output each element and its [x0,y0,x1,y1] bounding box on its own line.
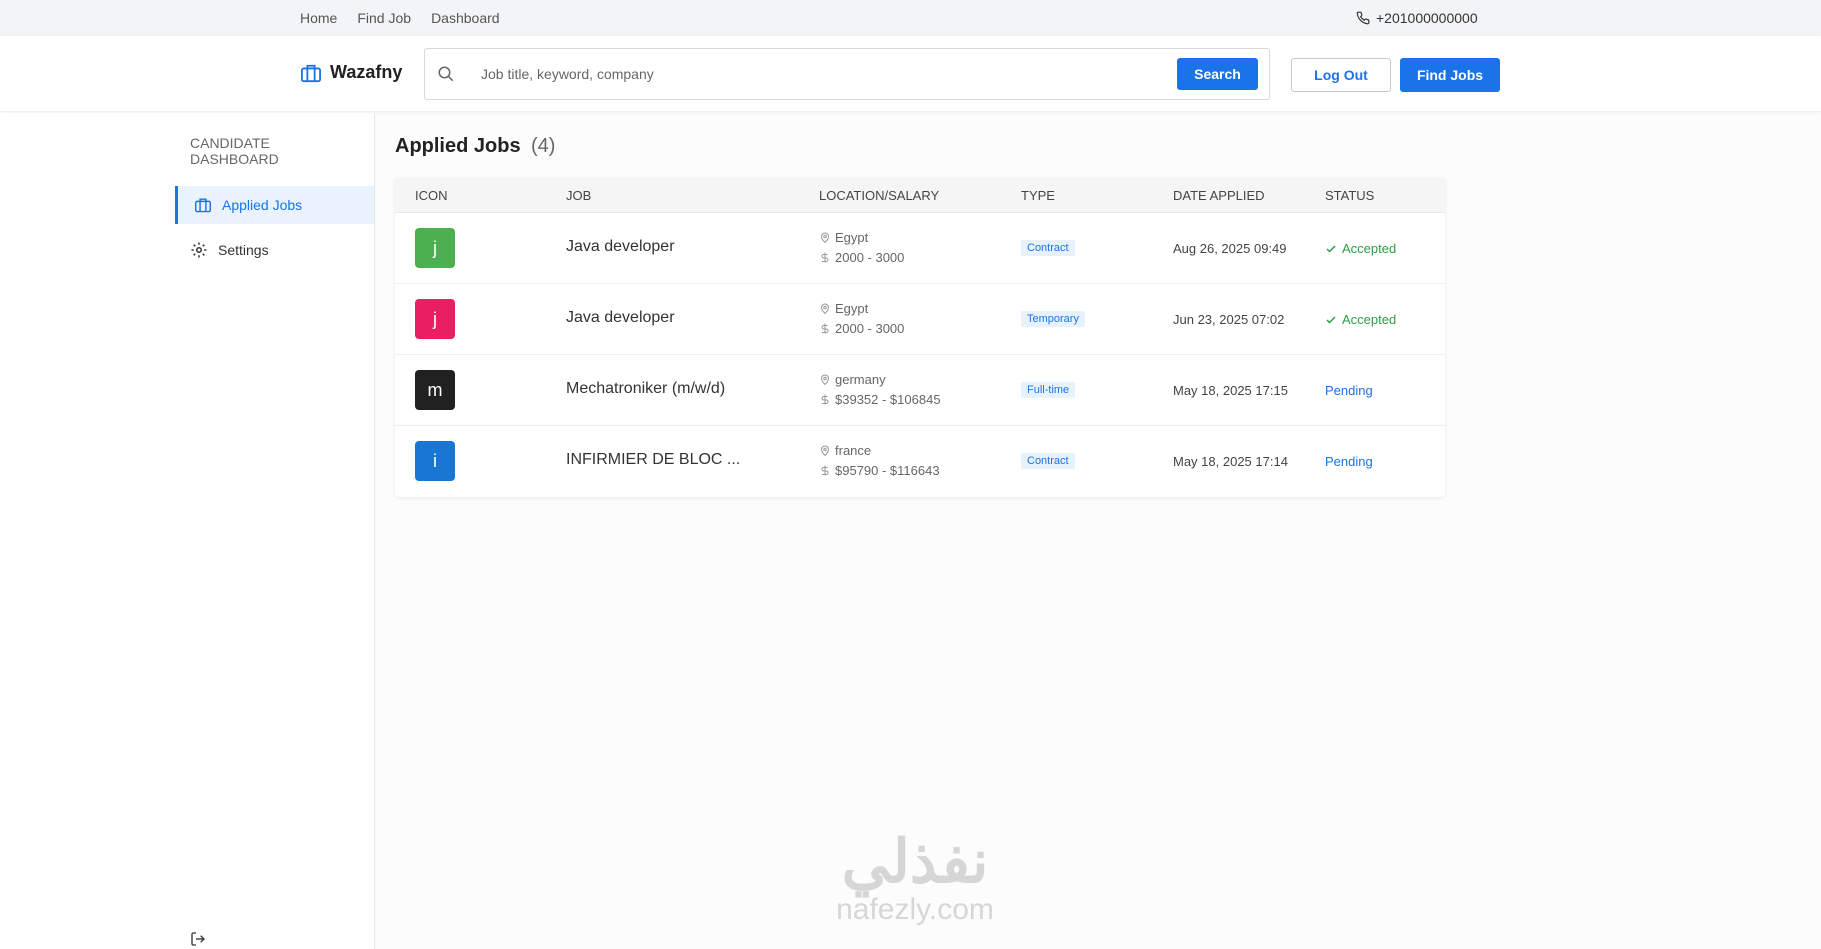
job-type-badge: Contract [1021,453,1075,469]
check-icon [1326,244,1336,253]
job-salary: $39352 - $106845 [819,392,941,407]
logout-icon[interactable] [190,931,206,947]
search-icon [438,66,454,82]
job-avatar: j [415,228,455,268]
job-location: france [819,443,871,458]
job-salary: 2000 - 3000 [819,321,904,336]
check-icon [1326,315,1336,324]
sidebar-item-settings[interactable]: Settings [175,231,374,269]
date-applied: Jun 23, 2025 07:02 [1173,312,1285,327]
column-header-icon: ICON [415,188,448,203]
status-text: Pending [1325,454,1373,469]
nav-link-find-job[interactable]: Find Job [357,10,411,26]
main-content: Applied Jobs (4) ICON JOB LOCATION/SALAR… [376,113,1821,949]
salary-text: $95790 - $116643 [835,463,940,478]
logo[interactable]: Wazafny [300,62,402,83]
page-title: Applied Jobs [395,135,521,157]
job-avatar: m [415,370,455,410]
job-avatar: i [415,441,455,481]
table-row[interactable]: j Java developer Egypt 2000 - 3000 Temporary… [395,284,1445,355]
watermark-latin: nafezly.com [836,893,994,926]
column-header-date-applied: DATE APPLIED [1173,188,1265,203]
sidebar-title: CANDIDATE DASHBOARD [190,135,279,167]
watermark: نفذلي nafezly.com [800,830,1030,926]
sidebar-item-label: Applied Jobs [222,197,303,213]
location-text: france [835,443,872,458]
location-text: germany [835,372,886,387]
status-badge: Pending [1325,383,1373,398]
job-type-badge: Contract [1021,240,1075,256]
location-text: Egypt [835,230,869,245]
job-avatar-letter: j [433,237,437,258]
date-applied: May 18, 2025 17:14 [1173,454,1288,469]
salary-text: 2000 - 3000 [835,250,905,265]
salary-text: 2000 - 3000 [835,321,905,336]
job-type-badge: Full-time [1021,382,1076,398]
job-avatar: j [415,299,455,339]
column-header-location-salary: LOCATION/SALARY [819,188,940,203]
column-header-job: JOB [566,188,592,203]
search-button[interactable]: Search [1177,58,1258,90]
status-badge: Accepted [1325,312,1396,327]
map-pin-icon [820,445,830,457]
table-row[interactable]: m Mechatroniker (m/w/d) germany $39352 - $1… [395,355,1445,426]
top-nav: Home Find Job Dashboard [300,0,500,36]
nav-link-dashboard[interactable]: Dashboard [431,10,500,26]
map-pin-icon [820,232,830,244]
top-bar: Home Find Job Dashboard +201000000000 [0,0,1821,36]
job-avatar-letter: i [433,450,437,471]
sidebar-item-applied-jobs[interactable]: Applied Jobs [175,186,374,224]
job-salary: $95790 - $116643 [819,463,940,478]
phone-contact[interactable]: +201000000000 [1356,0,1478,36]
applied-count: (4) [531,135,556,157]
map-pin-icon [820,303,830,315]
job-salary: 2000 - 3000 [819,250,904,265]
header: Wazafny Search Log Out Find Jobs [0,36,1821,112]
briefcase-icon [301,64,321,82]
job-title-link[interactable]: Java developer [566,238,675,256]
phone-number: +201000000000 [1376,10,1478,26]
status-badge: Pending [1325,454,1373,469]
job-title-link[interactable]: Java developer [566,309,675,327]
status-text: Accepted [1342,241,1397,256]
location-text: Egypt [835,301,869,316]
column-header-status: STATUS [1325,188,1375,203]
dollar-icon [821,323,829,334]
status-text: Accepted [1342,312,1397,327]
logo-text: Wazafny [330,62,403,82]
job-location: germany [819,372,886,387]
watermark-arabic: نفذلي [841,828,989,895]
date-applied: May 18, 2025 17:15 [1173,383,1288,398]
nav-link-home[interactable]: Home [300,10,337,26]
sidebar: CANDIDATE DASHBOARD Applied Jobs Setting… [0,113,375,949]
applied-jobs-table: ICON JOB LOCATION/SALARY TYPE DATE APPLI… [395,178,1445,497]
job-location: Egypt [819,230,868,245]
date-applied: Aug 26, 2025 09:49 [1173,241,1287,256]
dollar-icon [821,394,829,405]
search-bar: Search [424,48,1270,100]
job-title-link[interactable]: INFIRMIER DE BLOC ... [566,451,740,469]
sidebar-item-label: Settings [218,242,269,258]
status-text: Pending [1325,383,1373,398]
dollar-icon [821,465,829,476]
log-out-button[interactable]: Log Out [1291,58,1391,92]
salary-text: $39352 - $106845 [835,392,941,407]
briefcase-icon [195,198,211,213]
column-header-type: TYPE [1021,188,1055,203]
job-avatar-letter: m [427,379,443,400]
job-title-link[interactable]: Mechatroniker (m/w/d) [566,380,725,398]
find-jobs-button[interactable]: Find Jobs [1400,58,1500,92]
map-pin-icon [820,374,830,386]
dollar-icon [821,252,829,263]
search-input[interactable] [481,59,1081,89]
status-badge: Accepted [1325,241,1396,256]
table-row[interactable]: i INFIRMIER DE BLOC ... france $95790 - $11… [395,426,1445,497]
gear-icon [191,242,207,258]
phone-icon [1356,11,1370,25]
table-header: ICON JOB LOCATION/SALARY TYPE DATE APPLI… [395,178,1445,213]
job-avatar-letter: j [433,308,437,329]
job-type-badge: Temporary [1021,311,1085,327]
table-row[interactable]: j Java developer Egypt 2000 - 3000 Contract A… [395,213,1445,284]
job-location: Egypt [819,301,868,316]
